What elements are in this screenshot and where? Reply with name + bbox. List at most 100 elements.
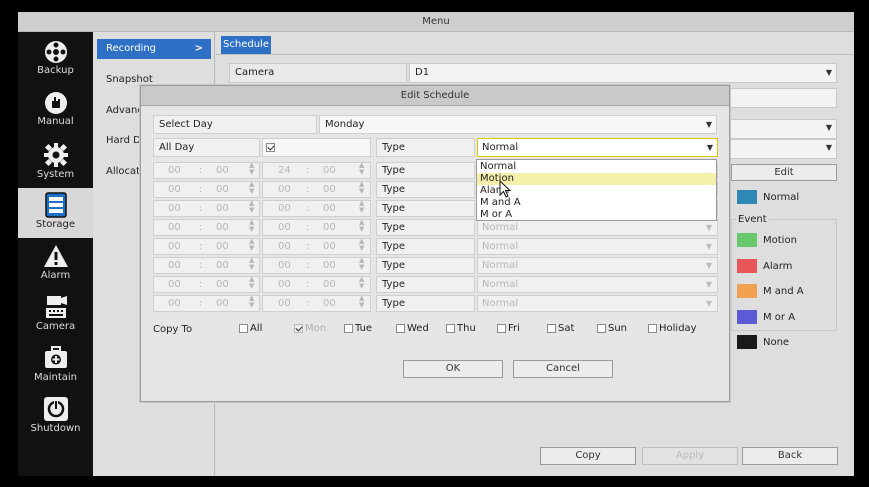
end-stepper-icon[interactable]: ▲ ▼ — [359, 257, 364, 271]
end-time-field[interactable]: 00 : 00 ▲ ▼ — [262, 295, 371, 312]
copy-day-checkbox[interactable] — [396, 323, 405, 333]
start-time-field[interactable]: 00 : 00 ▲ ▼ — [153, 238, 260, 255]
copy-day-sun[interactable]: Sun — [597, 323, 627, 334]
edit-button[interactable]: Edit — [731, 164, 837, 181]
row-type-label: Type — [376, 257, 475, 274]
select-row-4[interactable]: ▼ — [728, 139, 837, 159]
start-stepper-icon[interactable]: ▲ ▼ — [249, 200, 254, 214]
start-stepper-icon[interactable]: ▲ ▼ — [249, 295, 254, 309]
start-time-field[interactable]: 00 : 00 ▲ ▼ — [153, 181, 260, 198]
nav-camera[interactable]: Camera — [18, 290, 93, 340]
time-separator: : — [306, 241, 310, 252]
nav-manual[interactable]: Manual — [18, 87, 93, 137]
nav-storage[interactable]: Storage — [18, 188, 93, 238]
time-separator: : — [199, 241, 203, 252]
end-minute: 00 — [323, 279, 336, 290]
copy-day-checkbox[interactable] — [648, 323, 657, 333]
type-option-normal[interactable]: Normal — [477, 161, 716, 173]
select-row-3[interactable]: ▼ — [728, 119, 837, 139]
type-select[interactable]: Normal ▼ — [477, 138, 718, 157]
start-stepper-icon[interactable]: ▲ ▼ — [249, 257, 254, 271]
start-stepper-icon[interactable]: ▲ ▼ — [249, 219, 254, 233]
submenu-recording[interactable]: Recording > — [97, 39, 211, 59]
select-day-select[interactable]: Monday ▼ — [319, 115, 717, 134]
copy-day-label: Tue — [355, 323, 373, 334]
copy-day-checkbox[interactable] — [597, 323, 606, 333]
end-stepper-icon[interactable]: ▲ ▼ — [359, 295, 364, 309]
copy-button[interactable]: Copy — [540, 447, 636, 465]
end-time-field[interactable]: 00 : 00 ▲ ▼ — [262, 200, 371, 217]
back-button[interactable]: Back — [742, 447, 838, 465]
nav-maintain[interactable]: Maintain — [18, 341, 93, 391]
row-type-label: Type — [376, 181, 475, 198]
chevron-down-icon: ▼ — [705, 261, 712, 270]
start-stepper-icon[interactable]: ▲ ▼ — [249, 238, 254, 252]
nav-alarm[interactable]: Alarm — [18, 239, 93, 289]
nav-backup[interactable]: Backup — [18, 36, 93, 86]
copy-day-holiday[interactable]: Holiday — [648, 323, 697, 334]
start-stepper-icon[interactable]: ▲ ▼ — [249, 276, 254, 290]
copy-day-checkbox[interactable] — [446, 323, 455, 333]
copy-day-checkbox[interactable] — [344, 323, 353, 333]
row-type-select[interactable]: Normal ▼ — [477, 276, 718, 293]
start-minute: 00 — [216, 279, 229, 290]
all-day-checkbox[interactable] — [266, 143, 275, 152]
end-time-field[interactable]: 24 : 00 ▲ ▼ — [262, 162, 371, 179]
nav-shutdown[interactable]: Shutdown — [18, 392, 93, 442]
start-time-field[interactable]: 00 : 00 ▲ ▼ — [153, 200, 260, 217]
camera-select[interactable]: D1 ▼ — [409, 63, 837, 83]
end-stepper-icon[interactable]: ▲ ▼ — [359, 238, 364, 252]
end-stepper-icon[interactable]: ▲ ▼ — [359, 276, 364, 290]
start-stepper-icon[interactable]: ▲ ▼ — [249, 162, 254, 176]
row-type-select[interactable]: Normal ▼ — [477, 219, 718, 236]
start-time-field[interactable]: 00 : 00 ▲ ▼ — [153, 295, 260, 312]
copy-day-all[interactable]: All — [239, 323, 262, 334]
row-type-select[interactable]: Normal ▼ — [477, 295, 718, 312]
row-type-select[interactable]: Normal ▼ — [477, 257, 718, 274]
time-separator: : — [306, 298, 310, 309]
copy-day-checkbox[interactable] — [294, 323, 303, 333]
end-stepper-icon[interactable]: ▲ ▼ — [359, 181, 364, 195]
row-type-label: Type — [376, 200, 475, 217]
type-option-motion[interactable]: Motion — [477, 173, 716, 185]
end-time-field[interactable]: 00 : 00 ▲ ▼ — [262, 276, 371, 293]
start-stepper-icon[interactable]: ▲ ▼ — [249, 181, 254, 195]
end-time-field[interactable]: 00 : 00 ▲ ▼ — [262, 181, 371, 198]
copy-day-checkbox[interactable] — [239, 323, 248, 333]
nav-system[interactable]: System — [18, 138, 93, 188]
tab-schedule[interactable]: Schedule — [221, 36, 271, 54]
chevron-down-icon: ▼ — [705, 223, 712, 232]
end-time-field[interactable]: 00 : 00 ▲ ▼ — [262, 257, 371, 274]
copy-day-tue[interactable]: Tue — [344, 323, 372, 334]
start-time-field[interactable]: 00 : 00 ▲ ▼ — [153, 162, 260, 179]
end-time-field[interactable]: 00 : 00 ▲ ▼ — [262, 219, 371, 236]
end-stepper-icon[interactable]: ▲ ▼ — [359, 200, 364, 214]
ok-button[interactable]: OK — [403, 360, 503, 378]
copy-day-sat[interactable]: Sat — [547, 323, 574, 334]
copy-day-mon[interactable]: Mon — [294, 323, 326, 334]
legend-swatch-normal — [737, 190, 757, 204]
start-time-field[interactable]: 00 : 00 ▲ ▼ — [153, 257, 260, 274]
type-option-alarm[interactable]: Alarm — [477, 185, 716, 197]
copy-day-checkbox[interactable] — [497, 323, 506, 333]
start-time-field[interactable]: 00 : 00 ▲ ▼ — [153, 276, 260, 293]
legend-label-normal: Normal — [763, 192, 800, 203]
apply-button[interactable]: Apply — [642, 447, 738, 465]
end-stepper-icon[interactable]: ▲ ▼ — [359, 219, 364, 233]
camera-select-value: D1 — [415, 67, 430, 78]
end-hour: 00 — [278, 279, 291, 290]
cancel-button[interactable]: Cancel — [513, 360, 613, 378]
copy-day-wed[interactable]: Wed — [396, 323, 429, 334]
copy-day-thu[interactable]: Thu — [446, 323, 476, 334]
nav-shutdown-label: Shutdown — [30, 423, 81, 434]
row-type-select[interactable]: Normal ▼ — [477, 238, 718, 255]
end-stepper-icon[interactable]: ▲ ▼ — [359, 162, 364, 176]
chevron-down-icon: ▼ — [705, 120, 712, 129]
copy-day-checkbox[interactable] — [547, 323, 556, 333]
start-time-field[interactable]: 00 : 00 ▲ ▼ — [153, 219, 260, 236]
type-option-m-and-a[interactable]: M and A — [477, 197, 716, 209]
type-option-m-or-a[interactable]: M or A — [477, 209, 716, 221]
copy-day-fri[interactable]: Fri — [497, 323, 520, 334]
end-time-field[interactable]: 00 : 00 ▲ ▼ — [262, 238, 371, 255]
field-row-2[interactable] — [728, 88, 837, 108]
